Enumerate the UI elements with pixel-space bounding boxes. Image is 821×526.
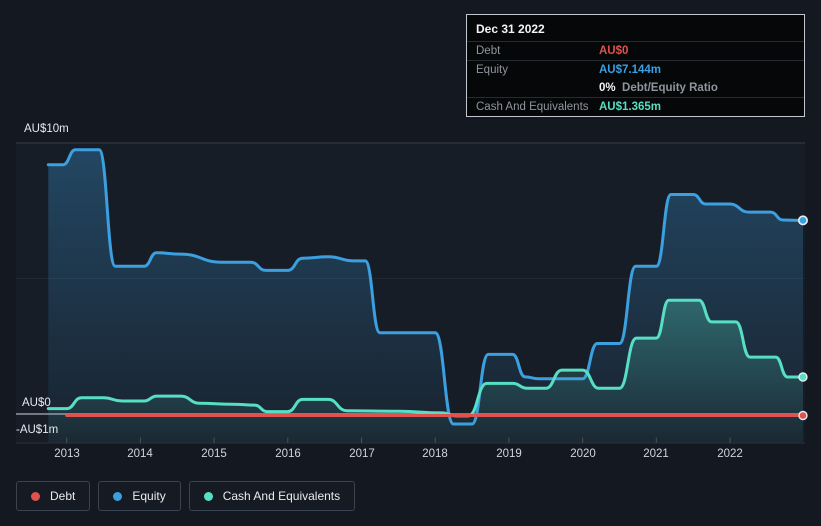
- tooltip-equity-value: AU$7.144m: [599, 64, 662, 76]
- y-axis-label-bottom: -AU$1m: [16, 424, 59, 436]
- tooltip-cash-value: AU$1.365m: [599, 101, 662, 113]
- legend-dot-icon: [203, 491, 213, 501]
- x-axis-label-2021: 2021: [643, 448, 669, 460]
- tooltip-debt-label: Debt: [476, 45, 501, 57]
- chart-legend: Debt Equity Cash And Equivalents: [16, 481, 356, 511]
- cash-endpoint-dot: [798, 372, 808, 382]
- tooltip-ratio-label: Debt/Equity Ratio: [622, 82, 718, 94]
- equity-endpoint-dot: [797, 215, 808, 226]
- chart-tooltip: Dec 31 2022 Debt AU$0 Equity AU$7.144m 0…: [466, 14, 805, 117]
- x-axis-label-2022: 2022: [717, 448, 743, 460]
- x-axis-label-2018: 2018: [422, 448, 448, 460]
- x-axis-label-2017: 2017: [349, 448, 375, 460]
- x-axis-label-2016: 2016: [275, 448, 301, 460]
- x-axis-label-2015: 2015: [201, 448, 227, 460]
- tooltip-equity-row: Equity AU$7.144m: [467, 60, 804, 79]
- tooltip-cash-label: Cash And Equivalents: [476, 101, 589, 113]
- tooltip-debt-value: AU$0: [599, 45, 629, 57]
- x-axis-label-2013: 2013: [54, 448, 80, 460]
- legend-label: Cash And Equivalents: [222, 489, 341, 503]
- x-axis-label-2019: 2019: [496, 448, 522, 460]
- legend-item-equity[interactable]: Equity: [98, 481, 181, 511]
- y-axis-label-zero: AU$0: [22, 397, 51, 409]
- y-axis-label-top: AU$10m: [24, 123, 69, 135]
- x-axis-label-2014: 2014: [127, 448, 153, 460]
- legend-dot-icon: [31, 491, 40, 501]
- legend-label: Equity: [132, 489, 166, 503]
- tooltip-equity-label: Equity: [476, 64, 508, 76]
- tooltip-ratio-row: 0% Debt/Equity Ratio: [467, 79, 804, 97]
- tooltip-date: Dec 31 2022: [476, 22, 545, 36]
- legend-item-debt[interactable]: Debt: [16, 481, 91, 511]
- legend-item-cash-and-equivalents[interactable]: Cash And Equivalents: [188, 481, 356, 511]
- legend-label: Debt: [50, 489, 76, 503]
- x-axis-label-2020: 2020: [570, 448, 596, 460]
- tooltip-ratio-value: 0% Debt/Equity Ratio: [599, 82, 718, 94]
- debt-equity-history-page: AU$10m AU$0 -AU$1m 2013 2014 2015 2016 2017 2…: [0, 0, 821, 526]
- tooltip-cash-row: Cash And Equivalents AU$1.365m: [467, 97, 804, 116]
- debt-endpoint-dot: [798, 410, 808, 421]
- legend-dot-icon: [113, 491, 123, 501]
- tooltip-debt-row: Debt AU$0: [467, 41, 804, 60]
